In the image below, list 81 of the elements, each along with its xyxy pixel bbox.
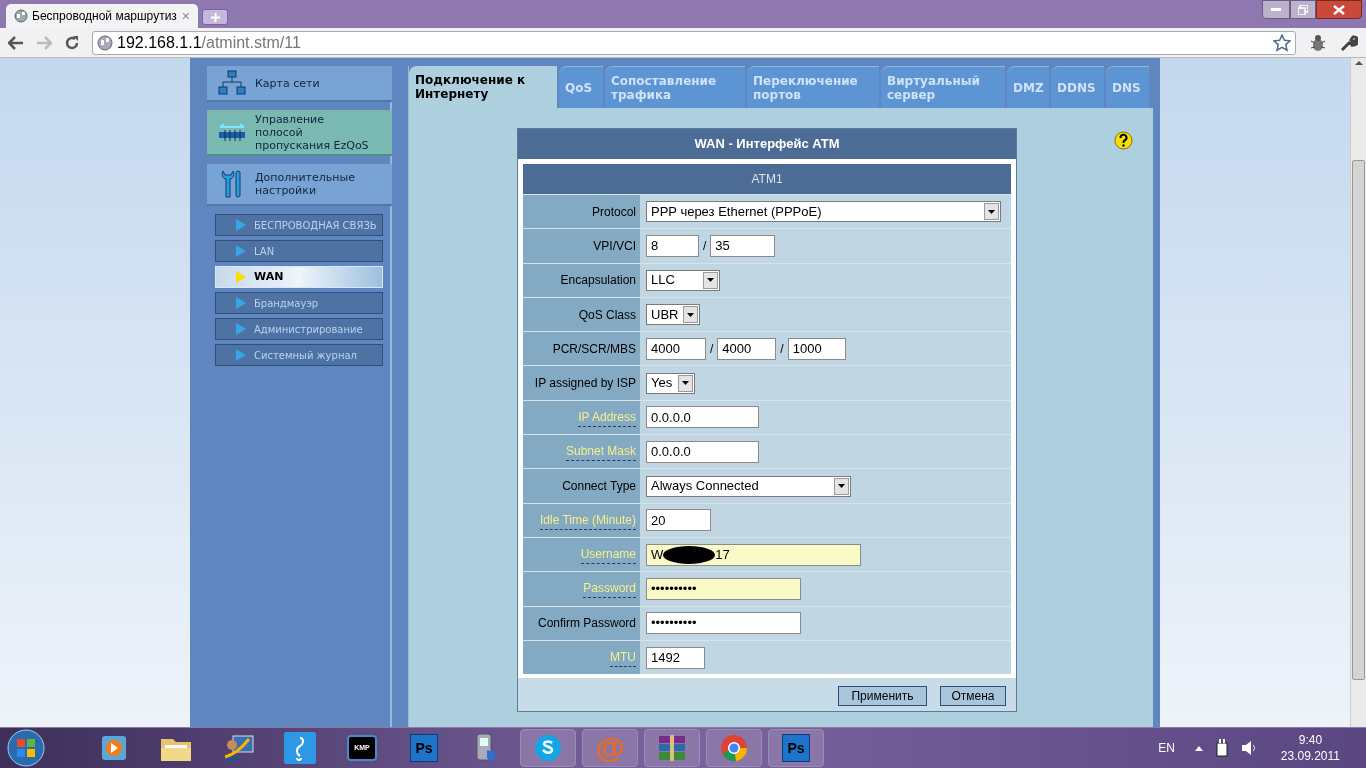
- up-arrow-icon[interactable]: [1194, 745, 1203, 751]
- input-field[interactable]: 8: [646, 234, 699, 257]
- form-subtitle: ATM1: [523, 164, 1011, 194]
- clock-time: 9:40: [1298, 732, 1323, 748]
- form-title: WAN - Интерфейс ATM: [518, 129, 1016, 159]
- address-bar[interactable]: 192.168.1.1/atmint.stm/11: [92, 30, 1296, 55]
- label-text: Protocol: [591, 203, 636, 221]
- triangle-icon: [236, 349, 246, 361]
- label-text: PCR/SCR/MBS: [552, 340, 636, 358]
- language-indicator[interactable]: EN: [1158, 739, 1175, 757]
- separator-text: /: [710, 340, 714, 358]
- label-text: VPI/VCI: [593, 237, 636, 255]
- sidebar-item[interactable]: Карта сети: [207, 66, 392, 102]
- wrench-icon[interactable]: [1340, 33, 1358, 52]
- dropdown[interactable]: Always Connected: [646, 475, 851, 497]
- close-icon: [1333, 4, 1345, 15]
- input-field[interactable]: 4000: [717, 337, 777, 360]
- triangle-icon: [236, 219, 246, 231]
- start-button[interactable]: [6, 728, 46, 768]
- new-tab-button[interactable]: [202, 9, 228, 25]
- redaction-scribble: [663, 545, 716, 564]
- sidebar-item[interactable]: Управление полосой пропускания EzQoS: [207, 110, 392, 156]
- input-field[interactable]: 1000: [787, 337, 846, 360]
- archive-books-icon[interactable]: [656, 733, 688, 763]
- dropdown[interactable]: Yes: [646, 372, 695, 394]
- triangle-icon: [236, 323, 246, 335]
- reload-icon[interactable]: [64, 34, 80, 51]
- input-field[interactable]: ••••••••••: [646, 577, 801, 600]
- dropdown[interactable]: UBR: [646, 304, 700, 326]
- network-map-icon: [218, 69, 246, 97]
- minimize-icon: [1271, 7, 1281, 12]
- input-field[interactable]: 35: [710, 234, 776, 257]
- globe-icon: [14, 9, 28, 23]
- input-field[interactable]: W 17: [646, 543, 861, 566]
- input-field[interactable]: 0.0.0.0: [646, 440, 759, 463]
- label-text: QoS Class: [578, 306, 636, 324]
- submenu-item[interactable]: WAN: [215, 266, 383, 288]
- triangle-icon: [236, 245, 246, 257]
- tab[interactable]: Подключение к Интернету: [409, 66, 557, 108]
- sidebar-item[interactable]: Дополнительные настройки: [207, 164, 392, 206]
- media-player-icon[interactable]: [99, 733, 129, 763]
- dropdown[interactable]: LLC: [646, 269, 720, 291]
- triangle-icon: [236, 271, 246, 283]
- chrome-icon[interactable]: [719, 733, 749, 763]
- input-field[interactable]: 0.0.0.0: [646, 406, 759, 429]
- back-icon[interactable]: [8, 35, 24, 50]
- bandwidth-icon: [218, 122, 246, 142]
- apply-button[interactable]: Применить: [838, 686, 927, 707]
- speaker-icon[interactable]: [1240, 740, 1257, 756]
- star-icon[interactable]: [1273, 33, 1291, 52]
- photoshop-icon[interactable]: Ps: [782, 734, 810, 762]
- remote-desktop-icon[interactable]: [221, 733, 255, 763]
- input-field[interactable]: 20: [646, 509, 711, 532]
- input-field[interactable]: ••••••••••: [646, 612, 801, 635]
- help-icon[interactable]: [1114, 131, 1133, 150]
- label-text: Confirm Password: [537, 615, 636, 633]
- label-text: Encapsulation: [560, 272, 636, 290]
- clock-date: 23.09.2011: [1280, 748, 1340, 764]
- cancel-button[interactable]: Отмена: [940, 686, 1006, 707]
- close-button[interactable]: [1316, 0, 1362, 19]
- input-field[interactable]: 4000: [646, 337, 706, 360]
- globe-icon: [97, 34, 113, 51]
- bug-icon[interactable]: [1308, 32, 1328, 53]
- chat-bubble-icon[interactable]: [533, 733, 563, 763]
- separator-text: /: [703, 237, 707, 255]
- label-text: Connect Type: [562, 478, 636, 495]
- minimize-button[interactable]: [1262, 0, 1290, 19]
- triangle-icon: [236, 297, 246, 309]
- restore-button[interactable]: [1290, 0, 1316, 19]
- dropdown[interactable]: PPP через Ethernet (PPPoE): [646, 201, 1001, 223]
- power-plug-icon[interactable]: [1214, 739, 1229, 757]
- scroll-up-icon[interactable]: [1354, 58, 1363, 68]
- tools-icon: [220, 169, 244, 199]
- restore-icon: [1298, 4, 1308, 15]
- photoshop-icon[interactable]: Ps: [410, 734, 438, 762]
- input-field[interactable]: 1492: [646, 646, 705, 669]
- scrollbar[interactable]: [1350, 58, 1366, 727]
- separator-text: /: [780, 340, 784, 358]
- plus-icon: [210, 12, 220, 22]
- label-text: IP assigned by ISP: [534, 375, 636, 393]
- browser-tab[interactable]: Беспроводной маршрутиз ×: [6, 4, 198, 28]
